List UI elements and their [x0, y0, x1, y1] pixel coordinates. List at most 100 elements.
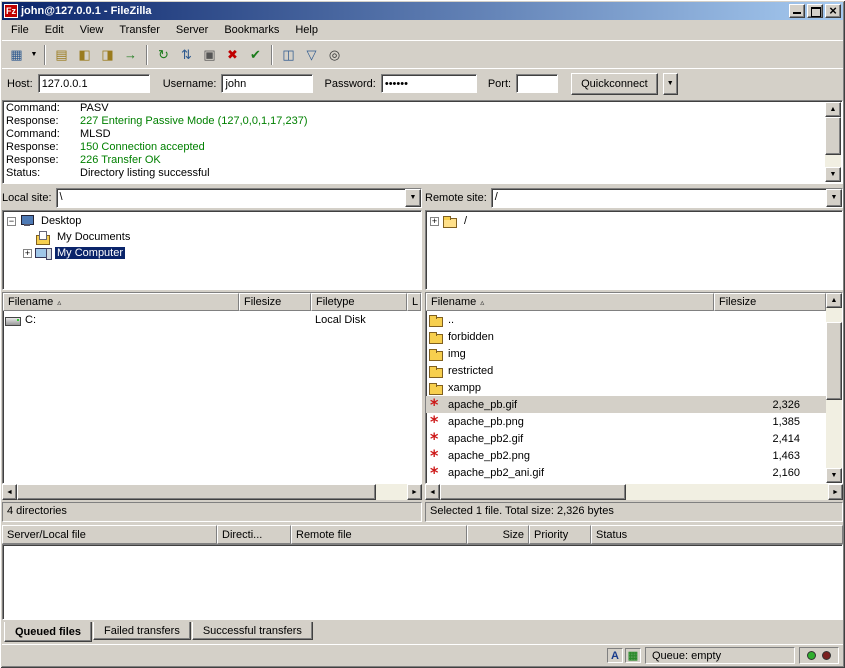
tab-failed-transfers[interactable]: Failed transfers	[93, 622, 191, 640]
menu-item-view[interactable]: View	[72, 21, 112, 39]
chevron-down-icon[interactable]: ▼	[826, 189, 842, 207]
password-input[interactable]	[381, 74, 477, 93]
maximize-button[interactable]	[807, 4, 823, 18]
scroll-left-button[interactable]: ◄	[2, 484, 17, 500]
scroll-thumb[interactable]	[440, 484, 626, 500]
tree-item[interactable]: + /	[427, 213, 841, 229]
menu-item-edit[interactable]: Edit	[37, 21, 72, 39]
menu-item-file[interactable]: File	[3, 21, 37, 39]
toggle-message-log-button[interactable]: ▤	[50, 44, 73, 66]
directory-comparison-button[interactable]: ◫	[277, 44, 300, 66]
file-row-forbidden[interactable]: forbidden	[426, 328, 826, 345]
file-row-apache-pb2-gif[interactable]: apache_pb2.gif 2,414	[426, 430, 826, 447]
column-header-status[interactable]: Status	[591, 525, 843, 544]
local-status-text: 4 directories	[2, 502, 422, 522]
column-header-filesize[interactable]: Filesize	[239, 293, 311, 311]
close-button[interactable]	[825, 4, 841, 18]
column-header-server-local-file[interactable]: Server/Local file	[2, 525, 217, 544]
tree-item-my-documents[interactable]: My Documents	[4, 229, 420, 245]
minimize-button[interactable]	[789, 4, 805, 18]
verify-button[interactable]: ✔	[244, 44, 267, 66]
scroll-left-button[interactable]: ◄	[425, 484, 440, 500]
file-row-c[interactable]: C: Local Disk	[3, 311, 421, 328]
process-queue-button[interactable]: ⇅	[175, 44, 198, 66]
file-row-apache-pb2-ani-gif[interactable]: apache_pb2_ani.gif 2,160	[426, 464, 826, 481]
column-header-filename[interactable]: Filename	[426, 293, 714, 311]
menu-item-transfer[interactable]: Transfer	[111, 21, 168, 39]
scroll-up-button[interactable]: ▲	[826, 293, 842, 308]
scroll-down-button[interactable]: ▼	[826, 468, 842, 483]
column-header-size[interactable]: Size	[467, 525, 529, 544]
scroll-right-button[interactable]: ►	[828, 484, 843, 500]
column-header-directi[interactable]: Directi...	[217, 525, 291, 544]
scroll-right-button[interactable]: ►	[407, 484, 422, 500]
column-header-l[interactable]: L	[407, 293, 421, 311]
local-site-value[interactable]: \	[57, 189, 405, 207]
queue-status-text: Queue: empty	[645, 647, 795, 664]
toolbar: ▦▼ ▤◧◨→ ↻⇅▣✖✔ ◫▽◎	[2, 40, 843, 68]
port-input[interactable]	[516, 74, 558, 93]
file-row-apache-pb-gif[interactable]: apache_pb.gif 2,326	[426, 396, 826, 413]
menu-item-help[interactable]: Help	[287, 21, 326, 39]
menu-item-server[interactable]: Server	[168, 21, 216, 39]
column-header-remote-file[interactable]: Remote file	[291, 525, 467, 544]
file-row[interactable]: ..	[426, 311, 826, 328]
refresh-button[interactable]: ↻	[152, 44, 175, 66]
column-header-priority[interactable]: Priority	[529, 525, 591, 544]
file-row-xampp[interactable]: xampp	[426, 379, 826, 396]
tab-successful-transfers[interactable]: Successful transfers	[192, 622, 313, 640]
quickconnect-dropdown[interactable]: ▼	[663, 73, 678, 95]
scroll-thumb[interactable]	[17, 484, 376, 500]
tree-item-my-computer[interactable]: + My Computer	[4, 245, 420, 261]
transfer-queue-list[interactable]	[2, 544, 843, 620]
scroll-track[interactable]	[825, 117, 841, 167]
filter-button[interactable]: ▽	[300, 44, 323, 66]
remote-file-list: FilenameFilesize .. forbidden img	[425, 292, 843, 484]
abort-button[interactable]: ✖	[221, 44, 244, 66]
find-files-button[interactable]: ◎	[323, 44, 346, 66]
local-horizontal-scrollbar[interactable]: ◄ ►	[2, 484, 422, 500]
tree-expander[interactable]: +	[23, 249, 32, 258]
file-row-apache-pb2-png[interactable]: apache_pb2.png 1,463	[426, 447, 826, 464]
quickconnect-button[interactable]: Quickconnect	[571, 73, 658, 95]
column-header-filetype[interactable]: Filetype	[311, 293, 407, 311]
desktop-icon	[19, 214, 36, 228]
scroll-up-button[interactable]: ▲	[825, 102, 841, 117]
scroll-down-button[interactable]: ▼	[825, 167, 841, 182]
message-log: Command: PASV Response: 227 Entering Pas…	[2, 100, 843, 184]
toggle-local-treeview-button[interactable]: ◧	[73, 44, 96, 66]
preview-button[interactable]: ▣	[198, 44, 221, 66]
folder-icon	[428, 330, 445, 344]
menu-item-bookmarks[interactable]: Bookmarks	[216, 21, 287, 39]
site-manager-dropdown[interactable]: ▼	[28, 44, 40, 66]
scroll-thumb[interactable]	[825, 117, 841, 155]
remote-status-text: Selected 1 file. Total size: 2,326 bytes	[425, 502, 843, 522]
log-scrollbar[interactable]: ▲ ▼	[825, 102, 841, 182]
scroll-thumb[interactable]	[826, 322, 842, 400]
host-input[interactable]	[38, 74, 150, 93]
toggle-remote-treeview-button[interactable]: ◨	[96, 44, 119, 66]
file-row-restricted[interactable]: restricted	[426, 362, 826, 379]
column-header-filesize[interactable]: Filesize	[714, 293, 826, 311]
file-row-img[interactable]: img	[426, 345, 826, 362]
tree-item-desktop[interactable]: − Desktop	[4, 213, 420, 229]
remote-site-combobox[interactable]: / ▼	[491, 188, 843, 208]
tree-expander[interactable]: +	[430, 217, 439, 226]
site-manager-button[interactable]: ▦	[5, 44, 28, 66]
remote-site-value[interactable]: /	[492, 189, 826, 207]
remote-horizontal-scrollbar[interactable]: ◄ ►	[425, 484, 843, 500]
tab-queued-files[interactable]: Queued files	[4, 622, 92, 642]
log-line: Response: 226 Transfer OK	[6, 154, 824, 167]
log-line: Response: 150 Connection accepted	[6, 141, 824, 154]
tree-expander[interactable]: −	[7, 217, 16, 226]
scroll-track[interactable]	[17, 484, 407, 500]
scroll-track[interactable]	[440, 484, 828, 500]
remote-vertical-scrollbar[interactable]: ▲ ▼	[826, 293, 842, 483]
toggle-queueview-button[interactable]: →	[119, 44, 142, 66]
column-header-filename[interactable]: Filename	[3, 293, 239, 311]
username-input[interactable]	[221, 74, 313, 93]
local-site-combobox[interactable]: \ ▼	[56, 188, 422, 208]
chevron-down-icon[interactable]: ▼	[405, 189, 421, 207]
file-row-apache-pb-png[interactable]: apache_pb.png 1,385	[426, 413, 826, 430]
scroll-track[interactable]	[826, 308, 842, 468]
